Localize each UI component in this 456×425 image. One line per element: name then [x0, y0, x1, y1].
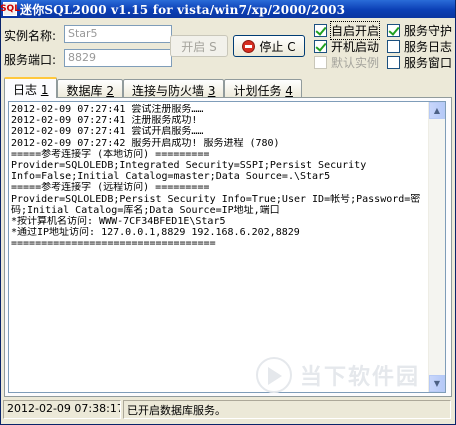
tab-key: 4 — [285, 84, 293, 98]
tab-key: 3 — [207, 84, 216, 98]
scroll-up-icon[interactable]: ▲ — [429, 102, 445, 119]
checkbox-box — [314, 40, 327, 53]
tab-scheduled-tasks[interactable]: 计划任务 4 — [224, 79, 302, 98]
watermark-text: 当下软件园 — [300, 365, 421, 390]
log-line: =====参考连接字 (本地访问) ========= — [11, 148, 210, 160]
status-bar: 2012-02-09 07:38:17 已开启数据库服务。 — [1, 400, 455, 420]
watermark-logo-icon — [256, 357, 292, 393]
boot-start-checkbox[interactable]: 开机启动 — [314, 38, 379, 55]
watermark: 当下软件园 — [256, 355, 446, 395]
tab-strip: 日志 1 数据库 2 连接与防火墙 3 计划任务 4 — [4, 77, 302, 98]
service-port-label: 服务端口: — [4, 53, 57, 67]
checkbox-box — [387, 56, 400, 69]
tab-log[interactable]: 日志 1 — [4, 77, 58, 98]
stop-icon — [242, 39, 256, 53]
log-lines: 2012-02-09 07:27:41 尝试注册服务…… 2012-02-09 … — [11, 104, 425, 250]
checkbox-label: 自启开启 — [329, 21, 381, 40]
checkbox-box — [314, 56, 327, 69]
service-port-input[interactable]: 8829 — [64, 49, 172, 67]
window-title: 迷你SQL2000 v1.15 for vista/win7/xp/2000/2… — [20, 2, 346, 17]
status-message: 已开启数据库服务。 — [123, 400, 451, 419]
log-line: *通过IP地址访问: 127.0.0.1,8829 192.168.6.202,… — [11, 227, 300, 239]
log-line: *按计算机名访问: WWW-7CF34BFED1E\Star5 — [11, 216, 226, 228]
log-textarea[interactable]: 2012-02-09 07:27:41 尝试注册服务…… 2012-02-09 … — [8, 101, 446, 393]
log-line: ================================== — [11, 238, 216, 250]
checkbox-label: 默认实例 — [331, 56, 380, 70]
tab-label: 计划任务 — [233, 84, 282, 98]
service-window-checkbox[interactable]: 服务窗口 — [387, 54, 452, 71]
tab-key: 1 — [40, 83, 49, 97]
auto-start-checkbox[interactable]: 自启开启 — [314, 21, 381, 40]
log-line: Provider=SQLOLEDB;Persist Security Info=… — [11, 193, 421, 205]
tab-database[interactable]: 数据库 2 — [57, 79, 123, 98]
checkbox-box — [314, 24, 327, 37]
log-line: 2012-02-09 07:27:41 尝试开启服务…… — [11, 126, 204, 138]
tab-connection-firewall[interactable]: 连接与防火墙 3 — [122, 79, 225, 98]
checkbox-label: 服务日志 — [404, 40, 453, 54]
checkbox-label: 开机启动 — [331, 40, 380, 54]
tab-key: 2 — [106, 84, 114, 98]
log-line: 2012-02-09 07:27:42 服务开启成功! 服务进程 (780) — [11, 137, 280, 149]
log-line: 码;Initial Catalog=库名;Data Source=IP地址,端口 — [11, 204, 280, 216]
log-line: 2012-02-09 07:27:41 注册服务成功! — [11, 115, 198, 127]
service-guard-checkbox[interactable]: 服务守护 — [387, 22, 452, 39]
instance-name-input[interactable]: Star5 — [64, 25, 172, 43]
app-icon: SQL — [0, 2, 20, 16]
tab-label: 数据库 — [66, 84, 103, 98]
checkbox-box — [387, 40, 400, 53]
stop-button[interactable]: 停止 C — [233, 35, 305, 57]
status-time: 2012-02-09 07:38:17 — [3, 400, 121, 419]
app-window: SQL 迷你SQL2000 v1.15 for vista/win7/xp/20… — [0, 0, 456, 425]
title-bar[interactable]: SQL 迷你SQL2000 v1.15 for vista/win7/xp/20… — [0, 0, 455, 18]
vertical-scrollbar[interactable]: ▲ ▼ — [428, 102, 445, 392]
log-line: 2012-02-09 07:27:41 尝试注册服务…… — [11, 104, 204, 115]
tab-panel: 2012-02-09 07:27:41 尝试注册服务…… 2012-02-09 … — [4, 97, 452, 397]
tab-label: 连接与防火墙 — [131, 84, 204, 98]
log-line: Info=False;Initial Catalog=master;Data S… — [11, 171, 331, 183]
checkbox-label: 服务窗口 — [404, 56, 453, 70]
instance-name-label: 实例名称: — [4, 29, 57, 43]
default-instance-checkbox[interactable]: 默认实例 — [314, 54, 379, 71]
checkbox-box — [387, 24, 400, 37]
service-log-checkbox[interactable]: 服务日志 — [387, 38, 452, 55]
stop-button-label: 停止 C — [259, 39, 296, 54]
log-line: Provider=SQLOLEDB;Integrated Security=SS… — [11, 160, 367, 172]
tab-label: 日志 — [13, 83, 38, 97]
log-line: =====参考连接字 (远程访问) ========= — [11, 182, 210, 194]
start-button[interactable]: 开启 S — [170, 35, 228, 57]
checkbox-label: 服务守护 — [404, 24, 453, 38]
start-button-label: 开启 S — [181, 39, 217, 54]
